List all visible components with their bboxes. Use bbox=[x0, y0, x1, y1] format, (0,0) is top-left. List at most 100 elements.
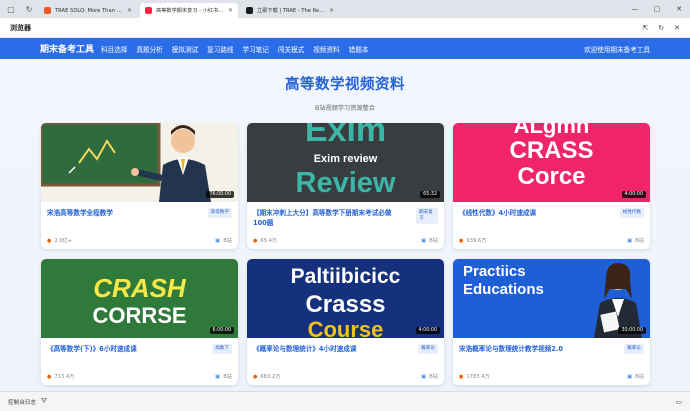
view-count: 713.4万 bbox=[54, 374, 75, 380]
video-thumbnail[interactable]: 76:00:00 bbox=[41, 123, 238, 202]
source-label: B站 bbox=[429, 374, 438, 380]
nav-item-mistakes[interactable]: 错题本 bbox=[349, 44, 369, 54]
category-tag: 高数下 bbox=[212, 344, 232, 354]
page-subtitle: B站视频学习资源整合 bbox=[315, 105, 375, 112]
video-thumbnail[interactable]: Paltiibicicc Crasss Course 4:00:00 bbox=[247, 259, 444, 338]
browser-tab-2[interactable]: 高等数学期末复习 - 小红书搜索 ✕ bbox=[140, 3, 238, 18]
minimize-icon[interactable]: — bbox=[624, 0, 646, 18]
nav-item-challenge[interactable]: 闯关模式 bbox=[278, 44, 304, 54]
views-icon: ● bbox=[253, 237, 258, 244]
browser-tab-1[interactable]: TRAE SOLO: More Than Co... ✕ bbox=[39, 3, 137, 18]
category-tag: 线性代数 bbox=[619, 208, 644, 218]
browser-tab-3[interactable]: 立即下载 | TRAE - The Real AI Eng... ✕ bbox=[241, 3, 339, 18]
thumbnail-text: Corce bbox=[517, 163, 586, 190]
duration-badge: 4:00:00 bbox=[415, 327, 440, 334]
close-icon[interactable]: ✕ bbox=[127, 7, 132, 14]
close-icon[interactable]: ✕ bbox=[674, 24, 680, 32]
console-status-bar: 控制台日志 ⛛ ▭ bbox=[0, 391, 690, 411]
video-card[interactable]: Paltiibicicc Crasss Course 4:00:00 《概率论与… bbox=[247, 259, 444, 385]
filter-icon[interactable]: ⛛ bbox=[41, 397, 47, 406]
bilibili-icon: ▣ bbox=[421, 373, 427, 380]
top-nav: 期末备考工具 科目选择 真题分析 模拟测试 复习路线 学习笔记 闯关模式 视频资… bbox=[0, 38, 690, 59]
views-icon: ● bbox=[253, 373, 258, 380]
category-tag: 高等数学 bbox=[207, 208, 232, 218]
video-card[interactable]: 76:00:00 宋浩高等数学全程教学 高等数学 ● 2.0亿+ ▣ B站 bbox=[41, 123, 238, 249]
category-tag: 概率论 bbox=[418, 344, 438, 354]
preview-title: 浏览器 bbox=[10, 23, 31, 32]
nav-item-exam-analysis[interactable]: 真题分析 bbox=[136, 44, 162, 54]
preview-bar: 浏览器 ⇱ ↻ ✕ bbox=[0, 18, 690, 38]
thumbnail-text: Review bbox=[295, 167, 396, 199]
view-count: 1783.4万 bbox=[466, 374, 490, 380]
video-card[interactable]: CRASH CORRSE 6:00:00 《高等数学(下)》6小时速成课 高数下… bbox=[41, 259, 238, 385]
panel-toggle-icon[interactable]: ▭ bbox=[675, 398, 682, 406]
close-window-icon[interactable]: ✕ bbox=[668, 0, 690, 18]
bilibili-icon: ▣ bbox=[215, 373, 221, 380]
tab-label: TRAE SOLO: More Than Co... bbox=[55, 7, 124, 14]
duration-badge: 76:00:00 bbox=[206, 191, 234, 198]
nav-item-notes[interactable]: 学习笔记 bbox=[243, 44, 269, 54]
bilibili-icon: ▣ bbox=[627, 373, 633, 380]
nav-item-review-route[interactable]: 复习路线 bbox=[207, 44, 233, 54]
duration-badge: 30:00:00 bbox=[618, 327, 646, 334]
browser-tab-strip: ▢ ↻ TRAE SOLO: More Than Co... ✕ 高等数学期末复… bbox=[0, 0, 690, 18]
thumbnail-text: Crasss bbox=[305, 291, 386, 318]
video-title[interactable]: 【期末冲刺上大分】高等数学下册期末考试必做100题 bbox=[253, 208, 403, 228]
console-log-label[interactable]: 控制台日志 bbox=[8, 398, 36, 406]
video-title[interactable]: 《高等数学(下)》6小时速成课 bbox=[47, 344, 197, 354]
thumbnail-text: Educations bbox=[463, 281, 544, 298]
thumbnail-text: CRASH bbox=[93, 273, 186, 303]
nav-item-mock-test[interactable]: 模拟测试 bbox=[172, 44, 198, 54]
duration-badge: 4:00:00 bbox=[621, 191, 646, 198]
tab-label: 高等数学期末复习 - 小红书搜索 bbox=[156, 8, 225, 14]
views-icon: ● bbox=[459, 237, 464, 244]
close-icon[interactable]: ✕ bbox=[329, 7, 334, 14]
source-label: B站 bbox=[429, 238, 438, 244]
video-card[interactable]: Practiics Educations 30:00:00 宋浩概率论与数理统计… bbox=[453, 259, 650, 385]
video-title[interactable]: 《线性代数》4小时速成课 bbox=[459, 208, 609, 218]
nav-item-subject[interactable]: 科目选择 bbox=[101, 44, 127, 54]
thumbnail-text: CORRSE bbox=[92, 303, 187, 328]
video-thumbnail[interactable]: Practiics Educations 30:00:00 bbox=[453, 259, 650, 338]
source-label: B站 bbox=[635, 238, 644, 244]
close-icon[interactable]: ✕ bbox=[228, 7, 233, 14]
thumbnail-text: Exim bbox=[304, 123, 387, 149]
view-count: 939.6万 bbox=[466, 238, 487, 244]
nav-item-videos[interactable]: 视频资料 bbox=[313, 44, 339, 54]
app-viewport: 期末备考工具 科目选择 真题分析 模拟测试 复习路线 学习笔记 闯关模式 视频资… bbox=[0, 38, 690, 391]
video-thumbnail[interactable]: ALgmn CRASS Corce 4:00:00 bbox=[453, 123, 650, 202]
refresh-icon[interactable]: ↻ bbox=[658, 24, 664, 32]
thumbnail-text: CRASS bbox=[509, 137, 594, 164]
video-title[interactable]: 宋浩高等数学全程教学 bbox=[47, 208, 197, 218]
trae-favicon-icon bbox=[44, 7, 51, 14]
video-title[interactable]: 宋浩概率论与数理统计教学视频2.0 bbox=[459, 344, 609, 354]
thumbnail-text: Course bbox=[307, 317, 384, 338]
thumbnail-text: Exim review bbox=[313, 153, 378, 165]
window-controls: — ▢ ✕ bbox=[624, 0, 690, 18]
source-label: B站 bbox=[223, 238, 232, 244]
open-external-icon[interactable]: ⇱ bbox=[642, 24, 648, 32]
tab-list-icon[interactable]: ▢ bbox=[4, 2, 18, 16]
video-title[interactable]: 《概率论与数理统计》4小时速成课 bbox=[253, 344, 403, 354]
bilibili-icon: ▣ bbox=[627, 237, 633, 244]
source-label: B站 bbox=[223, 374, 232, 380]
video-thumbnail[interactable]: CRASH CORRSE 6:00:00 bbox=[41, 259, 238, 338]
reload-icon[interactable]: ↻ bbox=[22, 2, 36, 16]
video-card[interactable]: ALgmn CRASS Corce 4:00:00 《线性代数》4小时速成课 线… bbox=[453, 123, 650, 249]
welcome-text: 欢迎使用期末备考工具 bbox=[584, 45, 650, 54]
video-grid: 76:00:00 宋浩高等数学全程教学 高等数学 ● 2.0亿+ ▣ B站 Exi… bbox=[41, 123, 650, 385]
source-label: B站 bbox=[635, 374, 644, 380]
xiaohongshu-favicon-icon bbox=[145, 7, 152, 14]
brand-logo[interactable]: 期末备考工具 bbox=[40, 42, 94, 55]
views-icon: ● bbox=[47, 237, 52, 244]
view-count: 65.4万 bbox=[260, 238, 278, 244]
video-card[interactable]: Exim Exim review Review 65:32 【期末冲刺上大分】高… bbox=[247, 123, 444, 249]
view-count: 683.2万 bbox=[260, 374, 281, 380]
tab-label: 立即下载 | TRAE - The Real AI Eng... bbox=[257, 8, 326, 14]
views-icon: ● bbox=[459, 373, 464, 380]
category-tag: 期末复习 bbox=[416, 208, 438, 224]
page-title: 高等数学视频资料 bbox=[285, 77, 405, 93]
duration-badge: 65:32 bbox=[420, 191, 440, 198]
video-thumbnail[interactable]: Exim Exim review Review 65:32 bbox=[247, 123, 444, 202]
maximize-icon[interactable]: ▢ bbox=[646, 0, 668, 18]
